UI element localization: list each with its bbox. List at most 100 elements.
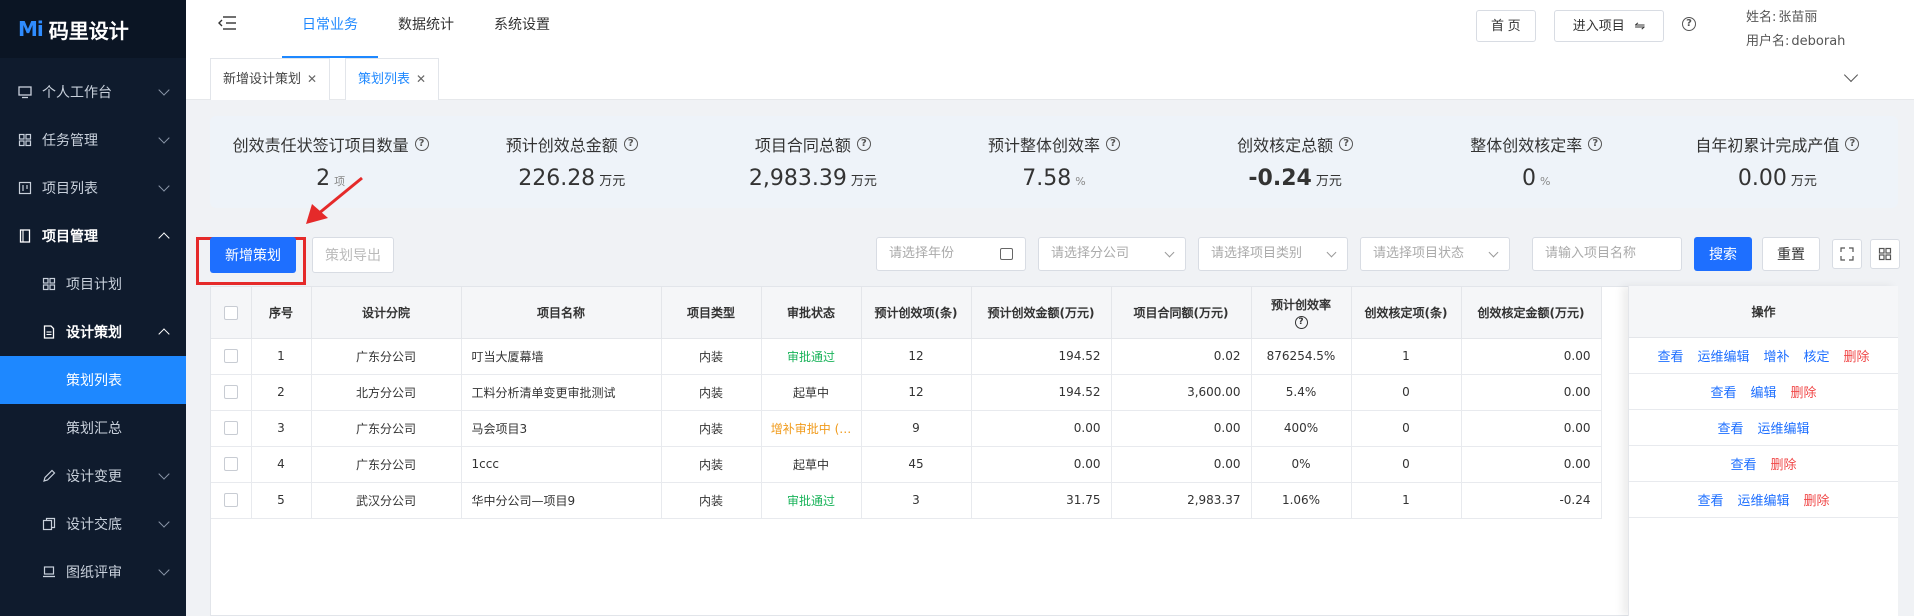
cell-type: 内装: [661, 482, 762, 519]
cell-branch: 广东分公司: [311, 338, 462, 375]
cell-contract: 0.00: [1111, 410, 1252, 447]
row-action-link[interactable]: 查看: [1730, 454, 1756, 473]
row-action-link[interactable]: 删除: [1844, 346, 1870, 365]
row-action-link[interactable]: 运维编辑: [1737, 490, 1789, 509]
sidebar-item-label: 图纸评审: [66, 565, 122, 581]
row-action-link[interactable]: 增补: [1763, 346, 1789, 365]
switch-icon: ⇋: [1634, 18, 1646, 33]
help-icon[interactable]: ?: [623, 137, 638, 151]
nav-daily-business[interactable]: 日常业务: [282, 0, 378, 58]
row-checkbox-cell[interactable]: [211, 338, 252, 375]
home-button[interactable]: 首 页: [1476, 10, 1536, 42]
row-checkbox-cell[interactable]: [211, 410, 252, 447]
column-header: 序号: [251, 287, 312, 339]
table-row[interactable]: 2 北方分公司 工料分析清单变更审批测试 内装 起草中 12 194.52 3,600.00 5…: [211, 374, 1602, 411]
row-action-link[interactable]: 删除: [1771, 454, 1797, 473]
row-action-link[interactable]: 编辑: [1750, 382, 1776, 401]
nav-settings[interactable]: 系统设置: [474, 0, 570, 58]
row-checkbox[interactable]: [223, 349, 238, 364]
row-checkbox-cell[interactable]: [211, 446, 252, 483]
help-icon[interactable]: ?: [1682, 17, 1696, 31]
row-action-link[interactable]: 查看: [1717, 418, 1743, 437]
table-row[interactable]: 4 广东分公司 1ccc 内装 起草中 45 0.00 0.00 0% 0 0.00: [211, 446, 1602, 483]
tab-planning-list[interactable]: 策划列表 ✕: [345, 58, 440, 100]
year-select[interactable]: 请选择年份: [876, 237, 1026, 271]
chevron-down-icon[interactable]: [1843, 67, 1859, 83]
export-planning-button[interactable]: 策划导出: [312, 237, 394, 273]
reset-button[interactable]: 重置: [1762, 237, 1820, 271]
help-icon[interactable]: ?: [856, 137, 871, 151]
row-action-link[interactable]: 运维编辑: [1697, 346, 1749, 365]
sidebar-item-tasks[interactable]: 任务管理: [0, 116, 186, 164]
row-checkbox-cell[interactable]: [211, 374, 252, 411]
stat-label: 自年初累计完成产值: [1695, 136, 1840, 155]
help-icon[interactable]: ?: [414, 137, 429, 151]
row-checkbox[interactable]: [223, 457, 238, 472]
project-name-input[interactable]: 请输入项目名称: [1532, 237, 1682, 271]
nav-statistics[interactable]: 数据统计: [378, 0, 474, 58]
help-icon[interactable]: ?: [1294, 315, 1308, 329]
grid-icon: [1878, 247, 1892, 261]
stat-label: 预计整体创效率: [987, 136, 1100, 155]
top-bar: 日常业务 数据统计 系统设置 首 页 进入项目 ⇋ ? 姓名: 张苗丽 用户名: d…: [186, 0, 1914, 58]
close-icon[interactable]: ✕: [307, 72, 317, 86]
search-button[interactable]: 搜索: [1694, 237, 1752, 271]
logo-text: 码里设计: [48, 18, 129, 43]
enter-project-button[interactable]: 进入项目 ⇋: [1554, 10, 1664, 42]
add-planning-button[interactable]: 新增策划: [210, 237, 296, 273]
sidebar-item-project-list[interactable]: 项目列表: [0, 164, 186, 212]
cell-no: 4: [251, 446, 312, 483]
sidebar-item-label: 项目计划: [66, 277, 122, 293]
stat-unit: %: [1075, 175, 1086, 188]
category-select[interactable]: 请选择项目类别: [1198, 237, 1348, 271]
row-action-link[interactable]: 查看: [1697, 490, 1723, 509]
row-action-link[interactable]: 查看: [1710, 382, 1736, 401]
tab-add-design-planning[interactable]: 新增设计策划 ✕: [210, 58, 331, 100]
sidebar-item-design-handover[interactable]: 设计交底: [0, 500, 186, 548]
row-checkbox[interactable]: [223, 385, 238, 400]
branch-select[interactable]: 请选择分公司: [1038, 237, 1186, 271]
help-icon[interactable]: ?: [1339, 137, 1354, 151]
help-icon[interactable]: ?: [1845, 137, 1860, 151]
header-checkbox-cell[interactable]: [211, 287, 252, 339]
table-row[interactable]: 1 广东分公司 叮当大厦幕墙 内装 审批通过 12 194.52 0.02 876254.5% 1…: [211, 338, 1602, 375]
stat-ytd-output: 自年初累计完成产值? 0.00 万元: [1657, 116, 1898, 208]
sidebar-item-workbench[interactable]: 个人工作台: [0, 68, 186, 116]
fullscreen-button[interactable]: [1832, 239, 1862, 269]
close-icon[interactable]: ✕: [416, 72, 426, 86]
select-all-checkbox[interactable]: [223, 305, 238, 320]
cell-status: 增补审批中 (…: [761, 410, 862, 447]
row-action-link[interactable]: 删除: [1791, 382, 1817, 401]
row-checkbox[interactable]: [223, 421, 238, 436]
table-row[interactable]: 5 武汉分公司 华中分公司—项目9 内装 审批通过 3 31.75 2,983.37 1.06%…: [211, 482, 1602, 519]
row-action-link[interactable]: 查看: [1657, 346, 1683, 365]
stat-contract-total: 项目合同总额? 2,983.39 万元: [692, 116, 933, 208]
help-icon[interactable]: ?: [1106, 137, 1120, 151]
table-row[interactable]: 3 广东分公司 马会项目3 内装 增补审批中 (… 9 0.00 0.00 400% 0 0.00: [211, 410, 1602, 447]
cell-amount: 31.75: [971, 482, 1112, 519]
column-header: 创效核定金额(万元): [1461, 287, 1602, 339]
row-checkbox-cell[interactable]: [211, 482, 252, 519]
sidebar-item-planning-summary[interactable]: 策划汇总: [0, 404, 186, 452]
chevron-down-icon: [158, 468, 170, 480]
row-action-link[interactable]: 运维编辑: [1758, 418, 1810, 437]
app-logo[interactable]: Mi 码里设计: [0, 0, 186, 58]
help-icon[interactable]: ?: [1588, 137, 1603, 151]
row-action-link[interactable]: 核定: [1804, 346, 1830, 365]
row-checkbox[interactable]: [223, 493, 238, 508]
row-action-link[interactable]: 删除: [1804, 490, 1830, 509]
sidebar-item-drawing-review[interactable]: 图纸评审: [0, 548, 186, 596]
column-settings-button[interactable]: [1870, 239, 1900, 269]
status-select[interactable]: 请选择项目状态: [1360, 237, 1510, 271]
sidebar-item-design-planning[interactable]: 设计策划: [0, 308, 186, 356]
sidebar-item-planning-list[interactable]: 策划列表: [0, 356, 186, 404]
sidebar-item-project-plan[interactable]: 项目计划: [0, 260, 186, 308]
sidebar-item-project-management[interactable]: 项目管理: [0, 212, 186, 260]
cell-status: 起草中: [761, 374, 862, 411]
user-info: 姓名: 张苗丽 用户名: deborah: [1746, 6, 1845, 54]
sidebar-item-design-change[interactable]: 设计变更: [0, 452, 186, 500]
menu-collapse-icon[interactable]: [218, 16, 236, 30]
tab-label: 新增设计策划: [223, 72, 302, 87]
stat-value: -0.24: [1248, 166, 1312, 191]
cell-items: 45: [861, 446, 972, 483]
